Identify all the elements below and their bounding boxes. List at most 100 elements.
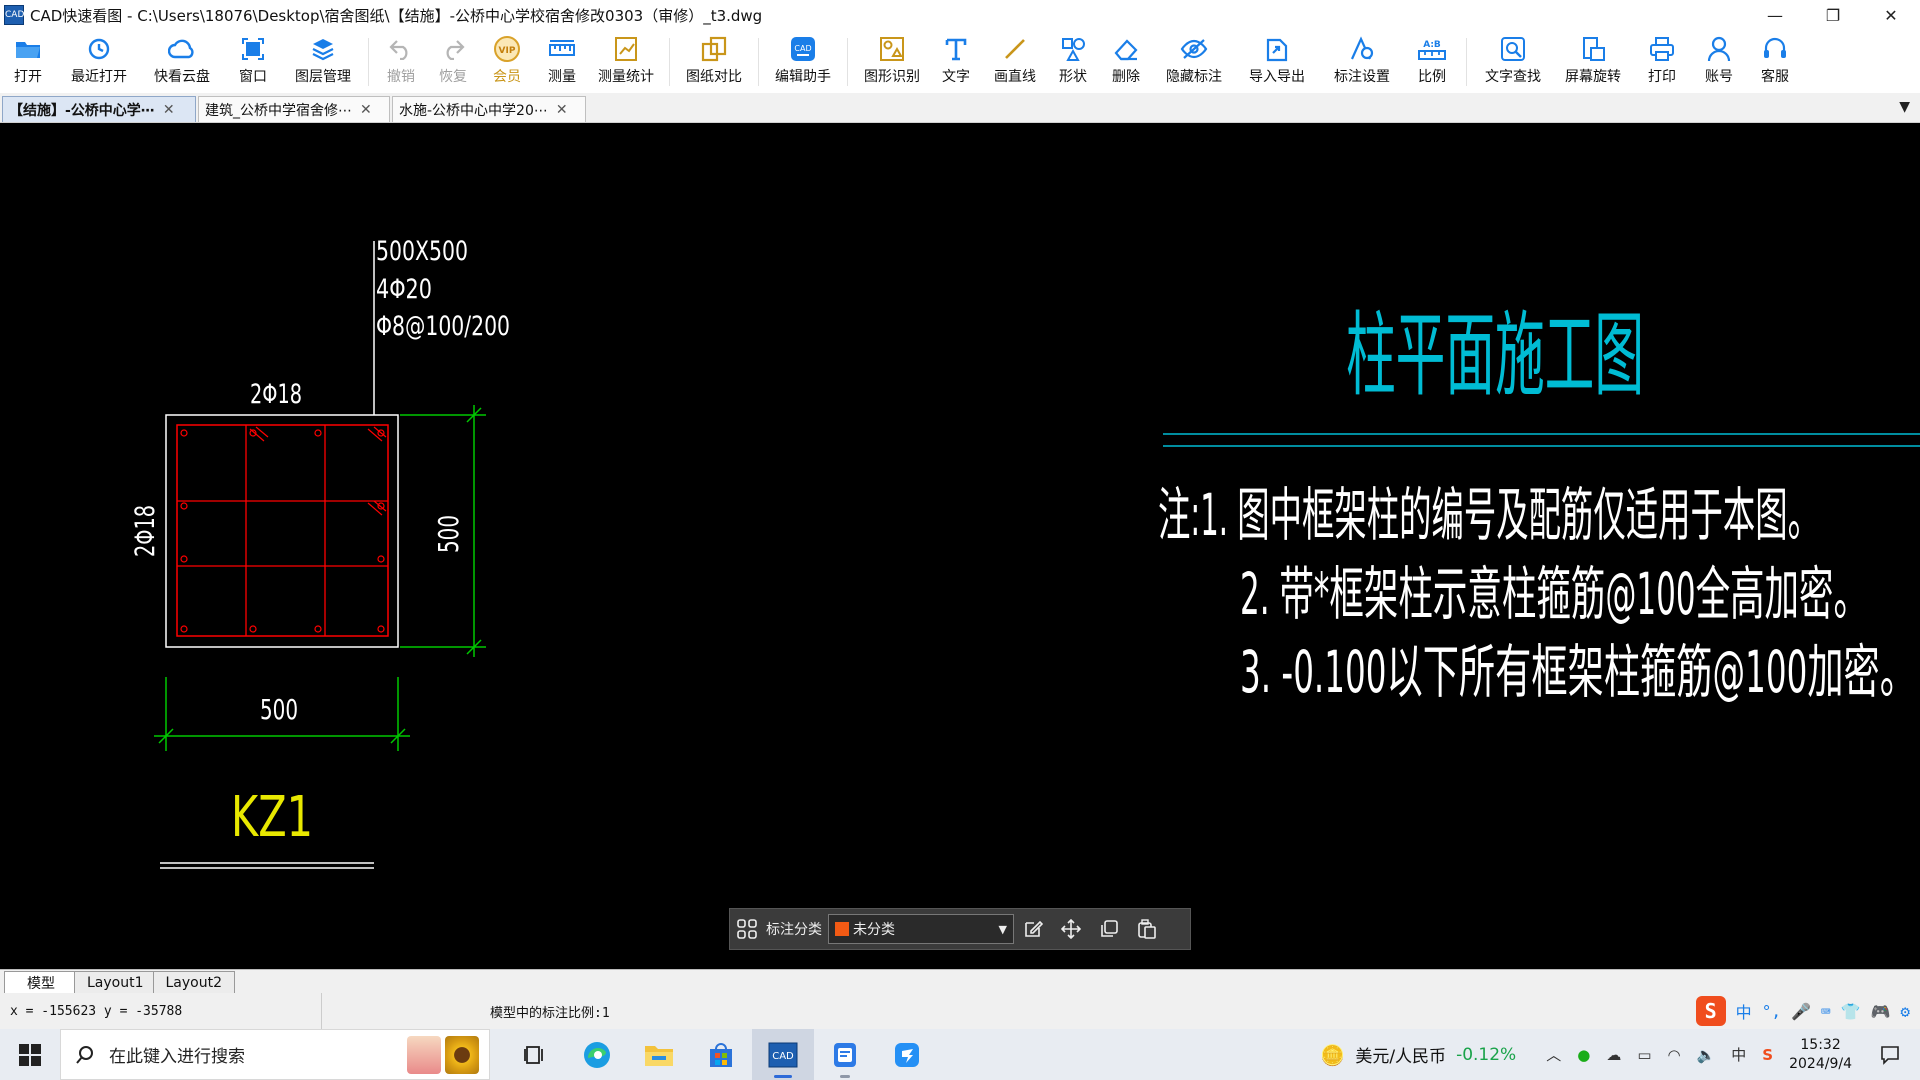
game-icon[interactable]: 🎮 xyxy=(1870,1002,1890,1021)
move-icon[interactable] xyxy=(1052,919,1090,939)
fx-widget[interactable]: 🪙 美元/人民币 -0.12% xyxy=(1320,1042,1516,1068)
task-view-icon[interactable] xyxy=(504,1029,566,1080)
scale-button[interactable]: A:B 比例 xyxy=(1404,30,1460,93)
fx-pair-label: 美元/人民币 xyxy=(1355,1047,1447,1067)
close-icon[interactable]: ✕ xyxy=(163,102,175,118)
line-tool-button[interactable]: 画直线 xyxy=(982,30,1048,93)
vip-button[interactable]: VIP 会员 xyxy=(479,30,535,93)
dingtalk-app-icon[interactable] xyxy=(876,1029,938,1080)
tab-list-dropdown-icon[interactable]: ▼ xyxy=(1899,99,1910,115)
open-button[interactable]: 打开 xyxy=(0,30,56,93)
screen-rotate-button[interactable]: 屏幕旋转 xyxy=(1553,30,1633,93)
keyboard-icon[interactable]: ⌨ xyxy=(1821,1002,1831,1021)
shape-recognize-button[interactable]: 图形识别 xyxy=(854,30,930,93)
cad-viewer-app: CAD CAD快速看图 - C:\Users\18076\Desktop\宿舍图… xyxy=(0,0,1920,1080)
microphone-icon[interactable]: 🎤 xyxy=(1791,1002,1811,1021)
hide-annotations-button[interactable]: 隐藏标注 xyxy=(1154,30,1234,93)
delete-button[interactable]: 删除 xyxy=(1098,30,1154,93)
delete-label: 删除 xyxy=(1112,69,1140,85)
edge-browser-icon[interactable] xyxy=(566,1029,628,1080)
grid-icon[interactable] xyxy=(730,919,764,939)
layout-tab-model[interactable]: 模型 xyxy=(4,971,78,993)
paste-icon[interactable] xyxy=(1128,919,1166,939)
undo-button[interactable]: 撤销 xyxy=(375,30,427,93)
import-export-button[interactable]: 导入导出 xyxy=(1234,30,1320,93)
notes-app-icon[interactable] xyxy=(814,1029,876,1080)
sogou-logo-icon[interactable]: S xyxy=(1695,996,1726,1026)
taskbar-search-box[interactable]: 在此键入进行搜索 xyxy=(60,1029,490,1080)
text-search-button[interactable]: 文字查找 xyxy=(1473,30,1553,93)
support-button[interactable]: 客服 xyxy=(1747,30,1803,93)
chevron-down-icon: ▼ xyxy=(998,923,1007,936)
eye-off-icon xyxy=(1179,34,1209,64)
recent-button[interactable]: 最近打开 xyxy=(56,30,142,93)
punctuation-icon[interactable]: °, xyxy=(1762,1002,1781,1021)
sogou-tray-icon[interactable]: S xyxy=(1762,1046,1773,1064)
doc-tab-architecture[interactable]: 建筑_公桥中学宿舍修⋯ ✕ xyxy=(198,96,390,122)
redo-button[interactable]: 恢复 xyxy=(427,30,479,93)
flower-image xyxy=(407,1036,441,1074)
cad-app-taskbar-icon[interactable]: CAD xyxy=(752,1029,814,1080)
eraser-icon xyxy=(1111,34,1141,64)
search-placeholder: 在此键入进行搜索 xyxy=(109,1047,245,1067)
window-menu-button[interactable]: 窗口 xyxy=(222,30,284,93)
cloud-button[interactable]: 快看云盘 xyxy=(142,30,222,93)
windows-taskbar: 在此键入进行搜索 CAD 🪙 美元/人民币 -0.12% ︿ ● ☁ ▭ ◠ 🔈… xyxy=(0,1029,1920,1080)
print-button[interactable]: 打印 xyxy=(1633,30,1691,93)
cloud-sync-icon[interactable]: ☁ xyxy=(1606,1046,1621,1064)
ime-language-indicator[interactable]: 中 xyxy=(1736,999,1752,1023)
annotation-category-value: 未分类 xyxy=(853,922,895,938)
measure-stats-button[interactable]: 测量统计 xyxy=(589,30,663,93)
file-explorer-icon[interactable] xyxy=(628,1029,690,1080)
height-dimension-text: 500 xyxy=(432,515,465,553)
shape-tool-button[interactable]: 形状 xyxy=(1048,30,1098,93)
printer-icon xyxy=(1647,34,1677,64)
ime-language-tray[interactable]: 中 xyxy=(1731,1044,1746,1065)
drawing-canvas[interactable]: 500X500 4Φ20 Φ8@100/200 2Φ18 2Φ18 500 50… xyxy=(0,123,1920,969)
app-logo-icon: CAD xyxy=(4,5,24,25)
rotate-icon xyxy=(1578,34,1608,64)
doc-tab-plumbing[interactable]: 水施-公桥中心中学20⋯ ✕ xyxy=(392,96,586,122)
minimize-button[interactable]: — xyxy=(1746,0,1804,30)
annotation-category-select[interactable]: 未分类 ▼ xyxy=(828,914,1014,944)
account-button[interactable]: 账号 xyxy=(1691,30,1747,93)
store-icon[interactable] xyxy=(690,1029,752,1080)
layout-tab-layout1[interactable]: Layout1 xyxy=(74,971,157,993)
ime-toolbar: S 中 °, 🎤 ⌨ 👕 🎮 ⚙ xyxy=(1695,993,1920,1029)
column-id-text: KZ1 xyxy=(231,785,313,850)
system-clock[interactable]: 15:32 2024/9/4 xyxy=(1789,1036,1852,1074)
import-export-label: 导入导出 xyxy=(1249,69,1305,85)
speaker-icon[interactable]: 🔈 xyxy=(1697,1046,1716,1064)
annotation-settings-button[interactable]: 标注设置 xyxy=(1320,30,1404,93)
cloud-icon xyxy=(167,34,197,64)
battery-icon[interactable]: ▭ xyxy=(1637,1046,1651,1064)
doc-tab-label: 水施-公桥中心中学20⋯ xyxy=(399,102,548,119)
text-tool-button[interactable]: 文字 xyxy=(930,30,982,93)
edit-helper-button[interactable]: CAD 编辑助手 xyxy=(765,30,841,93)
text-search-icon xyxy=(1498,34,1528,64)
skin-icon[interactable]: 👕 xyxy=(1841,1002,1861,1021)
measure-button[interactable]: 测量 xyxy=(535,30,589,93)
folder-icon xyxy=(13,34,43,64)
restore-button[interactable]: ❐ xyxy=(1804,0,1862,30)
start-button[interactable] xyxy=(0,1029,60,1080)
close-icon[interactable]: ✕ xyxy=(556,102,568,118)
wechat-icon[interactable]: ● xyxy=(1577,1046,1590,1064)
notification-icon[interactable] xyxy=(1870,1045,1910,1065)
undo-icon xyxy=(386,34,416,64)
stirrup-outline xyxy=(176,424,389,637)
close-button[interactable]: ✕ xyxy=(1862,0,1920,30)
close-icon[interactable]: ✕ xyxy=(360,102,372,118)
doc-tab-structural[interactable]: 【结施】-公桥中心学⋯ ✕ xyxy=(2,96,196,122)
wifi-icon[interactable]: ◠ xyxy=(1668,1046,1681,1064)
edit-annotation-icon[interactable] xyxy=(1014,919,1052,939)
chevron-up-icon[interactable]: ︿ xyxy=(1546,1044,1561,1065)
layout-tab-layout2[interactable]: Layout2 xyxy=(152,971,235,993)
compare-button[interactable]: 图纸对比 xyxy=(676,30,752,93)
toolbar-divider xyxy=(669,38,670,86)
layers-button[interactable]: 图层管理 xyxy=(284,30,362,93)
copy-icon[interactable] xyxy=(1090,919,1128,939)
toolbox-icon[interactable]: ⚙ xyxy=(1900,1002,1910,1021)
line-tool-label: 画直线 xyxy=(994,69,1036,85)
measure-stats-label: 测量统计 xyxy=(598,69,654,85)
